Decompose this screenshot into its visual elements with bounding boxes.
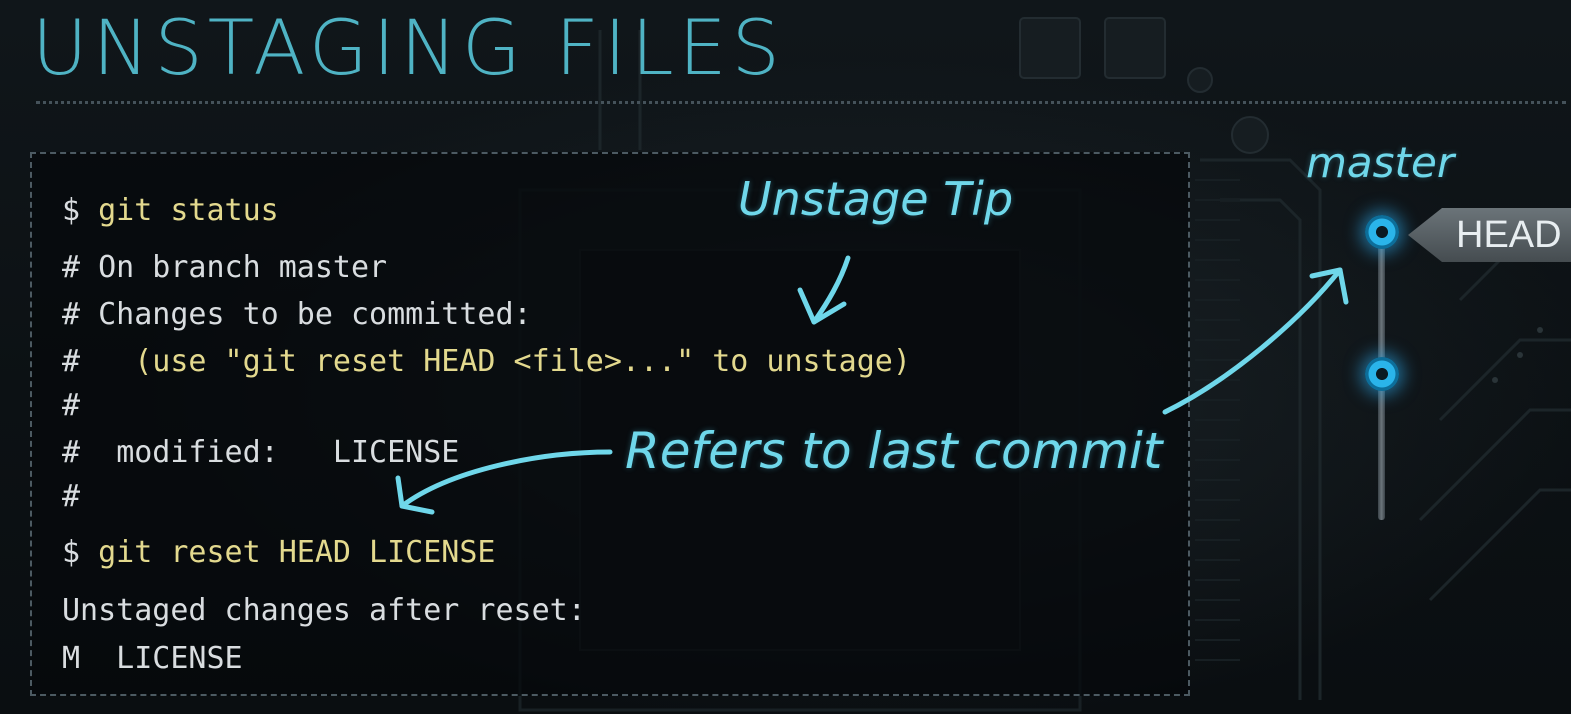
terminal-output: M LICENSE [62, 641, 243, 676]
refers-to-last-commit-annotation: Refers to last commit [625, 422, 1163, 480]
terminal-command: git reset HEAD LICENSE [98, 535, 496, 570]
unstage-tip-annotation: Unstage Tip [738, 172, 1014, 226]
terminal-line: # (use "git reset HEAD <file>..." to uns… [62, 347, 911, 377]
terminal-line: $ git reset HEAD LICENSE [62, 538, 495, 568]
head-label: HEAD [1456, 214, 1562, 256]
terminal-output: modified: LICENSE [116, 435, 460, 470]
head-pointer: HEAD [1408, 206, 1571, 264]
terminal-prefix: # [62, 250, 99, 285]
commit-node-latest [1365, 215, 1399, 249]
terminal-prefix: # [62, 344, 135, 379]
terminal-prefix: $ [62, 535, 99, 570]
terminal-command: git status [98, 193, 279, 228]
terminal-prefix: # [62, 435, 117, 470]
terminal-line: # [62, 482, 80, 512]
terminal-line: $ git status [62, 196, 279, 226]
terminal-prefix: $ [62, 193, 99, 228]
terminal-line: # [62, 391, 80, 421]
branch-label-master: master [1306, 138, 1455, 187]
terminal-output: On branch master [98, 250, 388, 285]
terminal-output: Unstaged changes after reset: [62, 593, 586, 628]
terminal-hint: (use "git reset HEAD <file>..." to unsta… [134, 344, 911, 379]
terminal-line: # modified: LICENSE [62, 438, 459, 468]
terminal-line: Unstaged changes after reset: [62, 596, 586, 626]
title-divider [36, 101, 1566, 104]
commit-node-previous [1365, 357, 1399, 391]
terminal-line: M LICENSE [62, 644, 243, 674]
terminal-prefix: # [62, 388, 81, 423]
terminal-line: # On branch master [62, 253, 387, 283]
terminal-prefix: # [62, 297, 99, 332]
slide: UNSTAGING FILES $ git status # On branch… [0, 0, 1571, 714]
terminal-line: # Changes to be committed: [62, 300, 532, 330]
terminal-prefix: # [62, 479, 81, 514]
slide-title: UNSTAGING FILES [32, 3, 785, 92]
terminal-output: Changes to be committed: [98, 297, 532, 332]
